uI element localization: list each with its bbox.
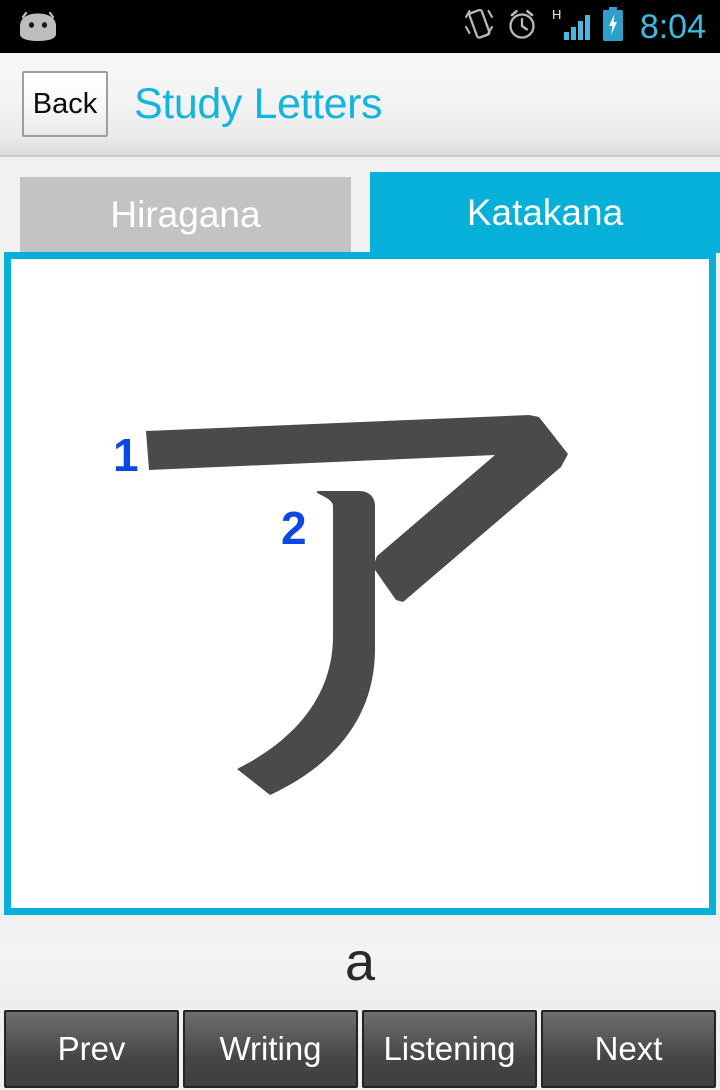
- tab-hiragana[interactable]: Hiragana: [20, 177, 351, 253]
- next-button[interactable]: Next: [541, 1010, 716, 1088]
- back-button[interactable]: Back: [22, 71, 108, 137]
- katakana-glyph-a: 1 2: [113, 415, 568, 795]
- prev-button[interactable]: Prev: [4, 1010, 179, 1088]
- status-bar: H 8:04: [0, 0, 720, 53]
- stroke-number-1: 1: [113, 429, 139, 481]
- vibrate-icon: [464, 7, 494, 46]
- writing-button[interactable]: Writing: [183, 1010, 358, 1088]
- svg-text:H: H: [552, 7, 561, 22]
- stroke-number-2: 2: [281, 502, 307, 554]
- romaji-text: a: [344, 931, 376, 992]
- status-bar-clock: 8:04: [639, 7, 706, 46]
- letter-card[interactable]: 1 2: [4, 252, 716, 915]
- tab-katakana[interactable]: Katakana: [370, 172, 720, 253]
- listening-button[interactable]: Listening: [362, 1010, 537, 1088]
- android-robot-icon: [16, 11, 60, 42]
- page-title: Study Letters: [134, 79, 383, 128]
- status-bar-right: H 8:04: [464, 6, 720, 47]
- app-root: H 8:04 Back Study Letters Hiragana Katak…: [0, 0, 720, 1090]
- signal-h-icon: H: [550, 6, 590, 47]
- tab-bar: Hiragana Katakana: [0, 159, 720, 253]
- alarm-clock-icon: [505, 7, 539, 46]
- romaji-area: a: [0, 915, 720, 1008]
- battery-charging-icon: [601, 6, 625, 47]
- bottom-button-bar: Prev Writing Listening Next: [0, 1008, 720, 1090]
- status-bar-left: [0, 11, 464, 42]
- letter-card-canvas: 1 2: [11, 259, 709, 908]
- action-bar: Back Study Letters: [0, 53, 720, 157]
